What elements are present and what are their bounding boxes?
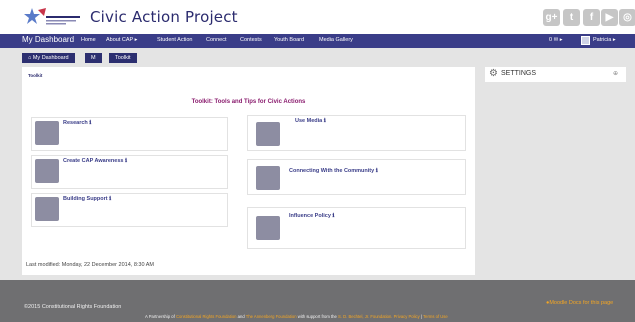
tile-label-research[interactable]: Research ℹ: [63, 120, 91, 126]
nav-item-contests[interactable]: Contests: [240, 37, 262, 43]
tile-label-influence-policy[interactable]: Influence Policy ℹ: [289, 213, 335, 219]
building-support-thumbnail: [35, 197, 59, 221]
collapse-icon[interactable]: ⊕: [613, 70, 618, 77]
page-heading: Toolkit: [28, 73, 43, 78]
partner-link-crf[interactable]: Constitutional Rights Foundation: [176, 314, 237, 319]
main-navbar: My Dashboard Home About CAP ▸ Student Ac…: [0, 34, 635, 48]
nav-item-home[interactable]: Home: [81, 37, 96, 43]
tile-label-community[interactable]: Connecting With the Community ℹ: [289, 168, 378, 174]
site-footer: ©2015 Constitutional Rights Foundation ●…: [0, 280, 635, 322]
instagram-icon[interactable]: ◎: [619, 9, 635, 26]
site-header: Civic Action Project g+ t f ▶ ◎: [0, 0, 635, 34]
google-plus-icon[interactable]: g+: [543, 9, 560, 26]
privacy-link[interactable]: Privacy Policy: [394, 314, 420, 319]
partner-link-annenberg[interactable]: The Annenberg Foundation: [246, 314, 297, 319]
gear-icon: ⚙: [489, 68, 498, 79]
site-logo[interactable]: [22, 6, 82, 30]
tile-label-building-support[interactable]: Building Support ℹ: [63, 196, 111, 202]
tile-building-support[interactable]: Building Support ℹ: [31, 193, 228, 227]
partner-support: with support from the: [297, 314, 337, 319]
nav-item-about-cap[interactable]: About CAP ▸: [106, 37, 137, 43]
tile-research[interactable]: Research ℹ: [31, 117, 228, 151]
youtube-icon[interactable]: ▶: [601, 9, 618, 26]
breadcrumb-toolkit[interactable]: Toolkit: [109, 53, 137, 63]
nav-item-student-action[interactable]: Student Action: [157, 37, 192, 43]
nav-item-connect[interactable]: Connect: [206, 37, 227, 43]
twitter-icon[interactable]: t: [563, 9, 580, 26]
copyright: ©2015 Constitutional Rights Foundation: [24, 304, 122, 310]
community-thumbnail: [256, 166, 280, 190]
toolkit-card: Toolkit Toolkit: Tools and Tips for Civi…: [22, 67, 475, 275]
tile-create-cap-awareness[interactable]: Create CAP Awareness ℹ: [31, 155, 228, 189]
avatar[interactable]: [581, 36, 590, 45]
nav-brand-dashboard[interactable]: My Dashboard: [22, 35, 74, 44]
research-thumbnail: [35, 121, 59, 145]
partnership-text: A Partnership of Constitutional Rights F…: [145, 314, 448, 319]
tile-label-awareness[interactable]: Create CAP Awareness ℹ: [63, 158, 127, 164]
breadcrumb-m[interactable]: M: [85, 53, 102, 63]
breadcrumb-dashboard[interactable]: ⌂ My Dashboard: [22, 53, 75, 63]
site-title[interactable]: Civic Action Project: [90, 8, 238, 26]
partner-link-bechtel[interactable]: S. D. Bechtel, Jr. Foundation.: [338, 314, 392, 319]
tile-influence-policy[interactable]: Influence Policy ℹ: [247, 207, 466, 249]
partner-prefix: A Partnership of: [145, 314, 175, 319]
last-modified: Last modified: Monday, 22 December 2014,…: [26, 262, 154, 268]
nav-item-media-gallery[interactable]: Media Gallery: [319, 37, 353, 43]
moodle-docs-label[interactable]: Moodle Docs for this page: [549, 300, 613, 306]
messages-menu[interactable]: 0 ✉ ▸: [549, 37, 562, 43]
page-title: Toolkit: Tools and Tips for Civic Action…: [191, 99, 306, 105]
tile-use-media[interactable]: Use Media ℹ: [247, 115, 466, 151]
moodle-docs-link[interactable]: ●Moodle Docs for this page: [546, 300, 613, 306]
user-menu[interactable]: Patricia ▸: [593, 37, 616, 43]
facebook-icon[interactable]: f: [583, 9, 600, 26]
terms-link[interactable]: Terms of Use: [423, 314, 448, 319]
influence-policy-thumbnail: [256, 216, 280, 240]
partner-and: and: [237, 314, 245, 319]
use-media-thumbnail: [256, 122, 280, 146]
footer-separator: |: [420, 314, 422, 319]
settings-block: ⚙ SETTINGS ⊕: [485, 67, 626, 82]
awareness-thumbnail: [35, 159, 59, 183]
nav-item-youth-board[interactable]: Youth Board: [274, 37, 304, 43]
settings-label: SETTINGS: [501, 70, 537, 77]
tile-label-use-media[interactable]: Use Media ℹ: [295, 118, 326, 124]
tile-connecting-community[interactable]: Connecting With the Community ℹ: [247, 159, 466, 195]
